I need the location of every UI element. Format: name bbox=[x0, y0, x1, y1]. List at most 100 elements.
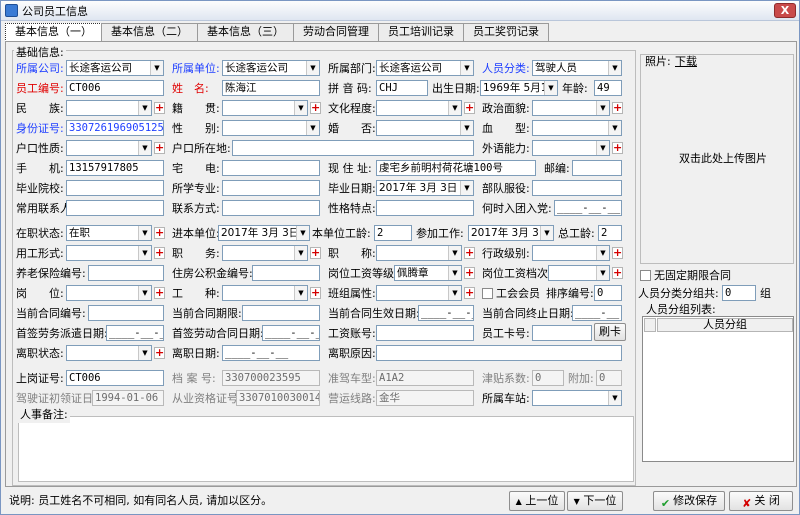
emp-card-input[interactable] bbox=[532, 325, 592, 341]
unit-years-input[interactable]: 2 bbox=[374, 225, 412, 241]
edu-select[interactable]: ▼ bbox=[376, 100, 462, 116]
next-button[interactable]: ▼ 下一位 bbox=[567, 491, 623, 511]
close-button[interactable]: ✘ 关 闭 bbox=[729, 491, 793, 511]
school-input[interactable] bbox=[66, 180, 164, 196]
wage-account-input[interactable] bbox=[376, 325, 474, 341]
admin-level-select[interactable]: ▼ bbox=[532, 245, 610, 261]
major-input[interactable] bbox=[222, 180, 320, 196]
save-button[interactable]: ✔ 修改保存 bbox=[653, 491, 725, 511]
contract-term-input[interactable] bbox=[242, 305, 320, 321]
character-input[interactable] bbox=[376, 200, 474, 216]
first-contract-input[interactable]: ____-__-__ bbox=[262, 325, 320, 341]
tab-basic-info-1[interactable]: 基本信息（一） bbox=[5, 23, 102, 42]
marriage-select[interactable]: ▼ bbox=[376, 120, 474, 136]
add-language-button[interactable]: + bbox=[612, 142, 623, 154]
add-position-button[interactable]: + bbox=[310, 247, 321, 259]
birthday-picker[interactable]: 1969年 5月12日 ▼ bbox=[480, 80, 558, 96]
photo-box[interactable]: 照片: 下载 双击此处上传图片 bbox=[640, 54, 794, 264]
contact-input[interactable] bbox=[66, 200, 164, 216]
dept-select[interactable]: 长途客运公司 ▼ bbox=[376, 60, 474, 76]
add-wage-rank-button[interactable]: + bbox=[612, 267, 623, 279]
category-select[interactable]: 驾驶人员 ▼ bbox=[532, 60, 622, 76]
dispatch-date-input[interactable]: ____-__-__ bbox=[106, 325, 164, 341]
unit-select[interactable]: 长途客运公司 ▼ bbox=[222, 60, 320, 76]
add-admin-level-button[interactable]: + bbox=[612, 247, 623, 259]
language-select[interactable]: ▼ bbox=[532, 140, 610, 156]
swipe-card-button[interactable]: 刷卡 bbox=[594, 323, 626, 341]
post-cert-input[interactable]: CT006 bbox=[66, 370, 164, 386]
pension-input[interactable] bbox=[88, 265, 164, 281]
add-shift-button[interactable]: + bbox=[464, 287, 475, 299]
grad-date-picker[interactable]: 2017年 3月 3日 ▼ bbox=[376, 180, 474, 196]
add-edu-button[interactable]: + bbox=[464, 102, 475, 114]
political-select[interactable]: ▼ bbox=[532, 100, 610, 116]
hukou-loc-input[interactable] bbox=[232, 140, 474, 156]
total-years-input[interactable]: 2 bbox=[598, 225, 622, 241]
tab-training-record[interactable]: 员工培训记录 bbox=[378, 23, 464, 41]
company-select[interactable]: 长途客运公司 ▼ bbox=[66, 60, 164, 76]
wage-rank-select[interactable]: ▼ bbox=[548, 265, 610, 281]
native-select[interactable]: ▼ bbox=[222, 100, 308, 116]
tab-reward-penalty[interactable]: 员工奖罚记录 bbox=[463, 23, 549, 41]
emp-type-select[interactable]: ▼ bbox=[66, 245, 152, 261]
add-hukou-type-button[interactable]: + bbox=[154, 142, 165, 154]
position-select[interactable]: ▼ bbox=[222, 245, 308, 261]
blood-select[interactable]: ▼ bbox=[532, 120, 622, 136]
add-emp-type-button[interactable]: + bbox=[154, 247, 165, 259]
mobile-input[interactable]: 13157917805 bbox=[66, 160, 164, 176]
add-wage-grade-button[interactable]: + bbox=[464, 267, 475, 279]
order-no-input[interactable]: 0 bbox=[594, 285, 622, 301]
address-input[interactable]: 虔宅乡前明村荷花塘100号 bbox=[376, 160, 536, 176]
no-fixed-term-checkbox[interactable] bbox=[640, 270, 651, 281]
name-input[interactable]: 陈海江 bbox=[222, 80, 320, 96]
zip-input[interactable] bbox=[572, 160, 622, 176]
grad-date-label: 毕业日期: bbox=[328, 182, 376, 195]
add-leave-status-button[interactable]: + bbox=[154, 347, 165, 359]
tab-basic-info-2[interactable]: 基本信息（二） bbox=[101, 23, 198, 41]
contract-no-input[interactable] bbox=[88, 305, 164, 321]
home-tel-input[interactable] bbox=[222, 160, 320, 176]
union-checkbox[interactable] bbox=[482, 288, 493, 299]
add-nation-button[interactable]: + bbox=[154, 102, 165, 114]
status-select[interactable]: 在职 ▼ bbox=[66, 225, 152, 241]
close-window-button[interactable]: X bbox=[774, 3, 796, 18]
contact-way-input[interactable] bbox=[222, 200, 320, 216]
download-link[interactable]: 下载 bbox=[675, 54, 697, 70]
tab-basic-info-3[interactable]: 基本信息（三） bbox=[197, 23, 294, 41]
work-start-picker[interactable]: 2017年 3月 3日 ▼ bbox=[468, 225, 554, 241]
join-party-input[interactable]: ____-__-__ bbox=[554, 200, 622, 216]
add-worktype-button[interactable]: + bbox=[310, 287, 321, 299]
hukou-type-select[interactable]: ▼ bbox=[66, 140, 152, 156]
dept-label: 所属部门: bbox=[328, 62, 376, 75]
station-select[interactable]: ▼ bbox=[532, 390, 622, 406]
add-status-button[interactable]: + bbox=[154, 227, 165, 239]
shift-select[interactable]: ▼ bbox=[376, 285, 462, 301]
tab-labor-contract[interactable]: 劳动合同管理 bbox=[293, 23, 379, 41]
empno-input[interactable]: CT006 bbox=[66, 80, 164, 96]
age-input[interactable]: 49 bbox=[594, 80, 622, 96]
post-select[interactable]: ▼ bbox=[66, 285, 152, 301]
title-select[interactable]: ▼ bbox=[376, 245, 462, 261]
contract-end-input[interactable]: ____-__-__ bbox=[572, 305, 622, 321]
add-post-button[interactable]: + bbox=[154, 287, 165, 299]
prev-button[interactable]: ▲ 上一位 bbox=[509, 491, 565, 511]
leave-reason-input[interactable] bbox=[376, 345, 622, 361]
add-title-button[interactable]: + bbox=[464, 247, 475, 259]
gender-select[interactable]: ▼ bbox=[222, 120, 320, 136]
nation-select[interactable]: ▼ bbox=[66, 100, 152, 116]
army-input[interactable] bbox=[532, 180, 622, 196]
leave-status-select[interactable]: ▼ bbox=[66, 345, 152, 361]
group-list-grid[interactable]: 人员分组 bbox=[642, 316, 794, 462]
add-native-button[interactable]: + bbox=[310, 102, 321, 114]
contract-start-input[interactable]: ____-__-__ bbox=[418, 305, 474, 321]
worktype-select[interactable]: ▼ bbox=[222, 285, 308, 301]
pinyin-input[interactable]: CHJ bbox=[376, 80, 428, 96]
fund-input[interactable] bbox=[252, 265, 320, 281]
idcard-input[interactable]: 330726196905125314 bbox=[66, 120, 164, 136]
add-political-button[interactable]: + bbox=[612, 102, 623, 114]
remark-textarea[interactable] bbox=[18, 416, 634, 482]
company-label: 所属公司: bbox=[16, 62, 64, 75]
enter-unit-picker[interactable]: 2017年 3月 3日 ▼ bbox=[218, 225, 310, 241]
wage-grade-select[interactable]: 佩腾章 ▼ bbox=[394, 265, 462, 281]
leave-date-input[interactable]: ____-__-__ bbox=[222, 345, 320, 361]
